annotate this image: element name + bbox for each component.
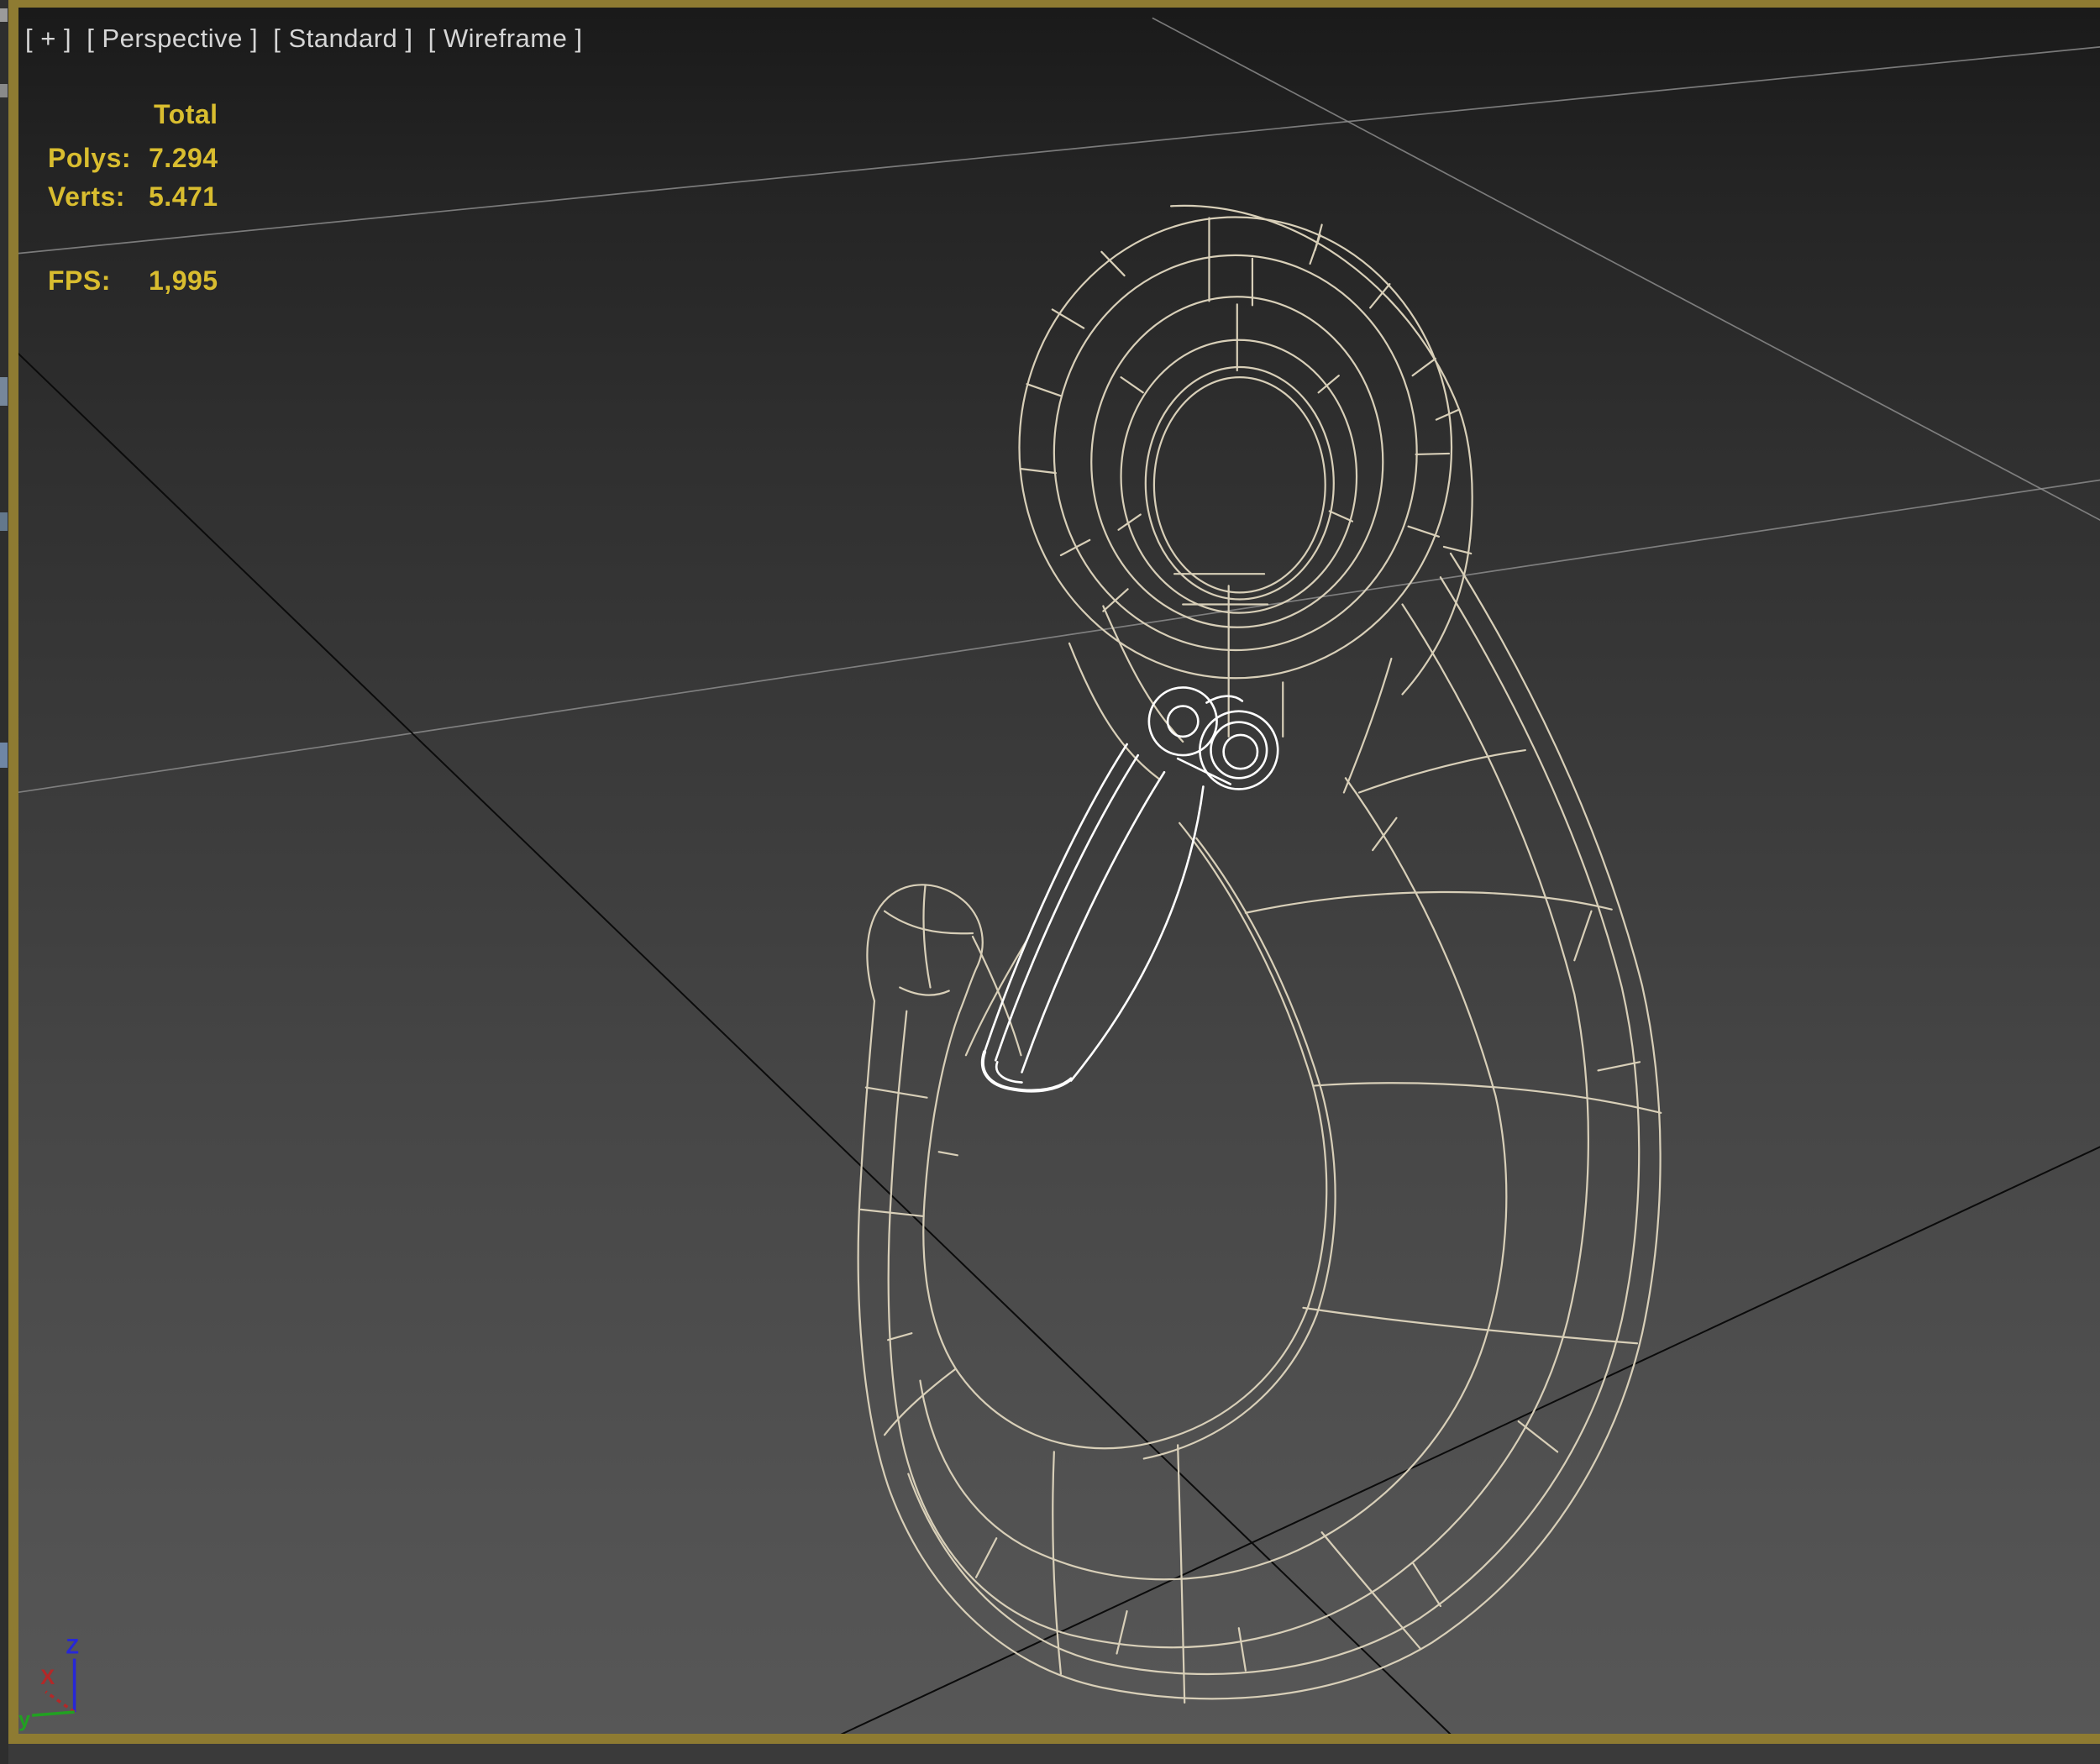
seam-line [1020, 467, 1057, 475]
seam-line [1357, 748, 1526, 794]
grid-line [1152, 17, 2100, 522]
seam-line [937, 1151, 958, 1157]
active-viewport-border [8, 1734, 2100, 1744]
latch-pivot-boss [1147, 686, 1218, 757]
stats-fps-value: 1,995 [149, 265, 218, 296]
bottom-ui-clip-strip [8, 1744, 2100, 1764]
seam-line [1244, 890, 1613, 914]
hook-mid-contour [919, 777, 1508, 1581]
hook-eye-hole [1144, 365, 1335, 601]
seam-line [1302, 1306, 1639, 1345]
seam-line [1328, 510, 1354, 522]
active-viewport-border [8, 0, 2100, 8]
viewport-3d-scene[interactable]: Z X y [18, 8, 2100, 1734]
hook-eye-hole [1152, 376, 1326, 594]
viewport-shading-mode-menu[interactable]: [ Wireframe ] [428, 24, 583, 53]
viewport-label: [ + ] [ Perspective ] [ Standard ] [ Wir… [25, 24, 591, 54]
toolbar-fragment [0, 512, 8, 531]
toolbar-fragment [0, 377, 8, 406]
stats-verts-label: Verts: [48, 181, 125, 212]
seam-line [1435, 408, 1461, 421]
seam-line [1573, 910, 1593, 962]
grid-line [18, 479, 2100, 794]
seam-line [1597, 1061, 1641, 1072]
active-viewport-border [8, 0, 18, 1744]
grid-axis-line [18, 352, 1452, 1734]
latch-edge [983, 743, 1128, 1053]
toolbar-fragment [0, 84, 8, 97]
latch-edge [1021, 770, 1166, 1074]
hook-tip-knob [922, 885, 932, 989]
y-axis-label: y [18, 1708, 30, 1731]
hook-wireframe-model[interactable] [857, 204, 1662, 1704]
safety-latch-wireframe[interactable] [980, 686, 1279, 1093]
hook-tip-knob [899, 986, 950, 996]
z-axis-label: Z [66, 1635, 78, 1659]
latch-pivot-boss [1166, 705, 1200, 738]
x-axis-label: X [40, 1666, 55, 1689]
seam-line [864, 1086, 928, 1099]
seam-line [1237, 1627, 1247, 1672]
seam-line [1314, 223, 1323, 251]
hook-outer-contour [907, 576, 1641, 1676]
latch-edge [1176, 757, 1232, 785]
toolbar-fragment [0, 743, 8, 768]
viewport-shading-quality-menu[interactable]: [ Standard ] [273, 24, 412, 53]
seam-line [1320, 1531, 1421, 1650]
latch-tip-cap [995, 1060, 1023, 1084]
hook-tip-knob [883, 910, 974, 935]
home-grid [18, 17, 2100, 1734]
seam-line [1026, 383, 1063, 397]
hook-neck-edge [1102, 605, 1184, 743]
seam-line [1412, 1562, 1442, 1608]
x-axis-line [45, 1690, 76, 1714]
stats-header: Total [154, 99, 218, 129]
hook-eye-band [1401, 537, 1472, 696]
toolbar-fragment [0, 8, 8, 22]
viewport-general-menu[interactable]: [ + ] [25, 24, 71, 53]
seam-line [859, 1208, 925, 1218]
y-axis-line [32, 1710, 75, 1717]
latch-edge [1069, 785, 1205, 1082]
seam-line [1059, 538, 1091, 557]
hook-mid-contour [887, 603, 1589, 1649]
latch-edge [994, 753, 1140, 1062]
seam-line [974, 1537, 998, 1578]
seam-line [1312, 1082, 1662, 1114]
seam-line [1052, 1451, 1063, 1675]
seam-line [1407, 525, 1440, 538]
seam-line [1120, 376, 1144, 394]
latch-edge [1205, 695, 1244, 704]
hook-inner-contour [1142, 837, 1336, 1460]
hook-neck-edge [1068, 642, 1161, 780]
seam-line [1517, 1420, 1559, 1453]
hook-neck-edge [1342, 657, 1393, 794]
left-ui-clip-strip [0, 0, 8, 1764]
seam-line [1116, 1609, 1128, 1655]
seam-line [886, 1332, 913, 1341]
screenshot-root: Z X y [ + ] [ Perspective ] [ Standard ]… [0, 0, 2100, 1764]
hook-outer-contour [857, 552, 1662, 1700]
viewport-pov-menu[interactable]: [ Perspective ] [87, 24, 258, 53]
grid-axis-line [840, 1146, 2100, 1734]
stats-polys-label: Polys: [48, 143, 132, 173]
seam-line [1411, 357, 1436, 377]
viewport-canvas[interactable]: Z X y [18, 8, 2100, 1734]
hook-eye-ring [1120, 339, 1358, 614]
seam-line [1442, 545, 1473, 555]
stats-fps-label: FPS: [48, 265, 111, 296]
hook-gape-edge [971, 935, 1022, 1057]
grid-line [18, 45, 2100, 255]
latch-pivot-boss [1222, 733, 1259, 770]
axis-tripod: Z X y [18, 1635, 79, 1732]
stats-polys-value: 7.294 [149, 143, 218, 173]
stats-verts-value: 5.471 [149, 181, 218, 212]
hook-inner-contour [922, 822, 1328, 1450]
